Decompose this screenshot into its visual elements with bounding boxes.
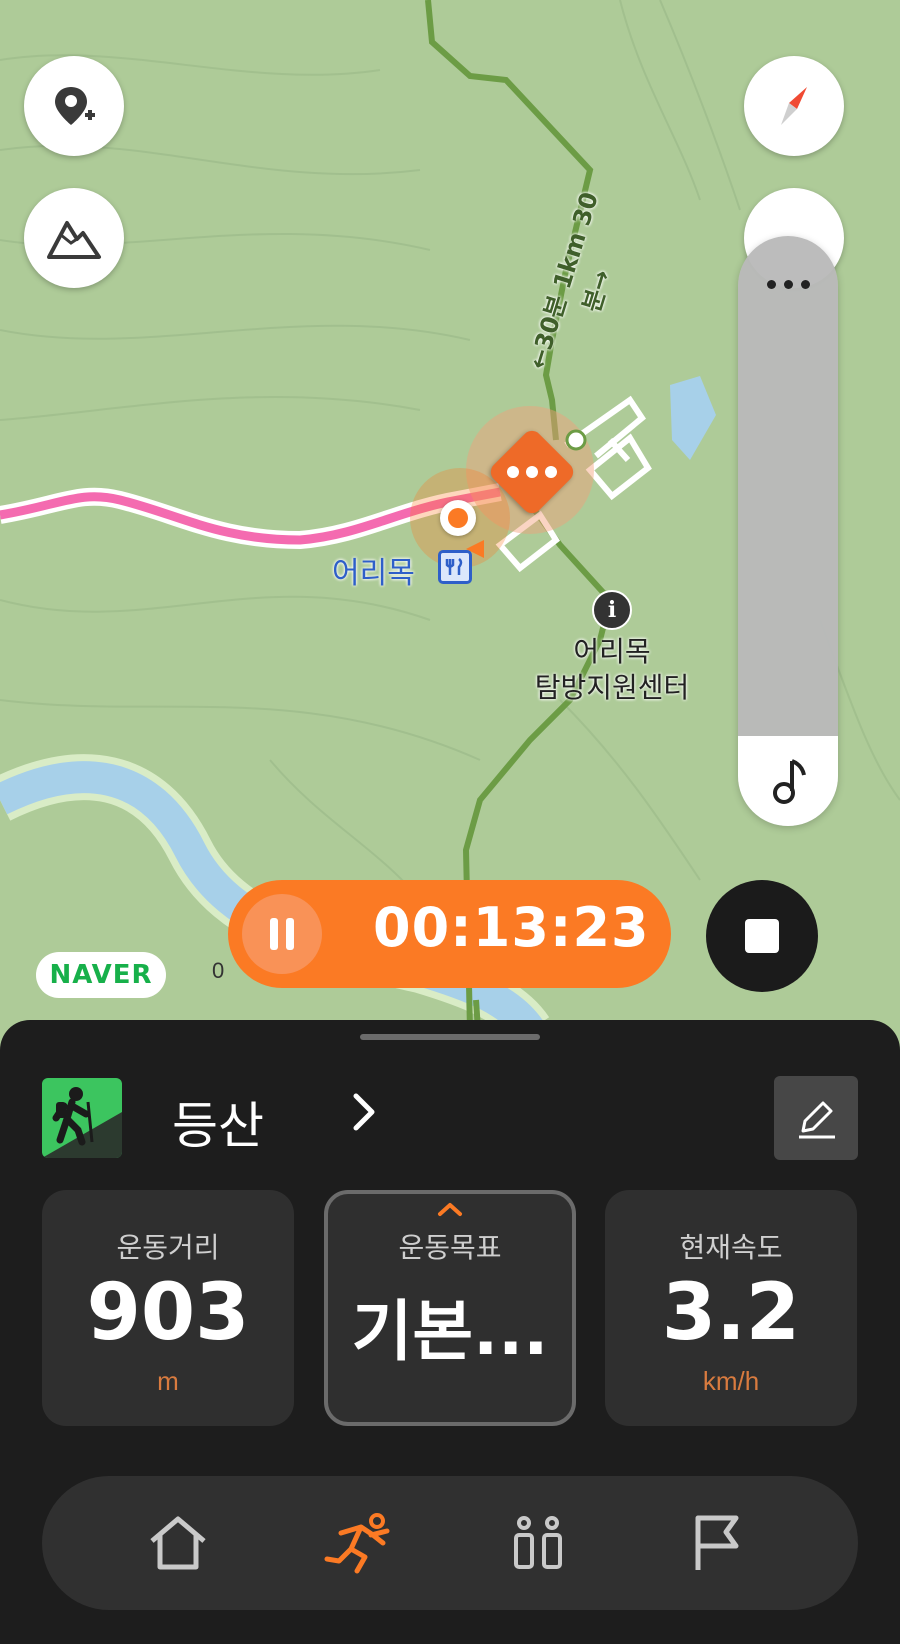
- stat-label: 현재속도: [679, 1231, 783, 1264]
- stop-icon: [745, 919, 779, 953]
- nav-home[interactable]: [128, 1500, 228, 1586]
- stat-unit: m: [157, 1366, 179, 1396]
- stat-unit: km/h: [702, 1366, 760, 1396]
- terrain-button[interactable]: [24, 188, 124, 288]
- compass-button[interactable]: [744, 56, 844, 156]
- nav-challenge[interactable]: [668, 1500, 768, 1586]
- poi-label[interactable]: 어리목: [332, 548, 415, 592]
- bottom-nav: [42, 1476, 858, 1610]
- stat-card-goal[interactable]: 운동목표 기본...: [324, 1190, 576, 1426]
- marker-dots-icon: [500, 460, 564, 484]
- pencil-icon: [799, 1101, 835, 1139]
- stat-card-distance[interactable]: 운동거리 903 m: [42, 1190, 294, 1426]
- pause-icon: [270, 918, 294, 950]
- stat-value: 기본...: [351, 1293, 549, 1370]
- side-panel[interactable]: [738, 236, 838, 826]
- compass-icon: [781, 87, 807, 125]
- activity-type-label[interactable]: 등산: [172, 1086, 264, 1158]
- recording-timer: 00:13:23: [228, 880, 671, 988]
- current-location-icon: [440, 500, 476, 536]
- nav-exercise[interactable]: [308, 1500, 408, 1586]
- elapsed-time: 00:13:23: [373, 896, 650, 959]
- pin-plus-icon: [55, 87, 95, 125]
- flag-icon: [695, 1515, 739, 1570]
- stat-label: 운동목표: [398, 1231, 502, 1264]
- people-icon: [514, 1516, 562, 1569]
- sheet-drag-handle[interactable]: [360, 1034, 540, 1040]
- mountain-icon: [47, 221, 101, 259]
- info-marker-icon[interactable]: i: [592, 590, 632, 630]
- stat-value: 903: [86, 1268, 250, 1358]
- map-view[interactable]: ←30분 1km 30분→ 어리목 i 어리목 탐방지원센터 NAVER 0: [0, 0, 900, 1044]
- naver-logo: NAVER: [36, 952, 166, 998]
- pause-button[interactable]: [242, 894, 322, 974]
- info-center-label[interactable]: 어리목 탐방지원센터: [516, 634, 708, 706]
- chevron-up-icon: [328, 1200, 572, 1224]
- stop-button[interactable]: [706, 880, 818, 992]
- info-label-line1: 어리목: [573, 635, 651, 668]
- hiker-icon[interactable]: [42, 1078, 122, 1158]
- nav-community[interactable]: [488, 1500, 588, 1586]
- stat-value: 3.2: [661, 1268, 801, 1358]
- music-note-icon: [773, 759, 806, 804]
- restaurant-icon[interactable]: [438, 550, 472, 584]
- stat-label: 운동거리: [116, 1231, 220, 1264]
- running-icon: [324, 1513, 390, 1574]
- more-dots-icon[interactable]: [738, 280, 838, 289]
- bottom-sheet: 등산 운동거리 903 m 운동목표 기본... 현재속도 3.2 km/h: [0, 1020, 900, 1644]
- info-label-line2: 탐방지원센터: [534, 671, 690, 704]
- home-icon: [150, 1516, 206, 1570]
- edit-button[interactable]: [774, 1076, 858, 1160]
- stat-card-speed[interactable]: 현재속도 3.2 km/h: [605, 1190, 857, 1426]
- map-scale: 0: [212, 958, 225, 983]
- add-location-button[interactable]: [24, 56, 124, 156]
- chevron-right-icon[interactable]: [350, 1090, 380, 1134]
